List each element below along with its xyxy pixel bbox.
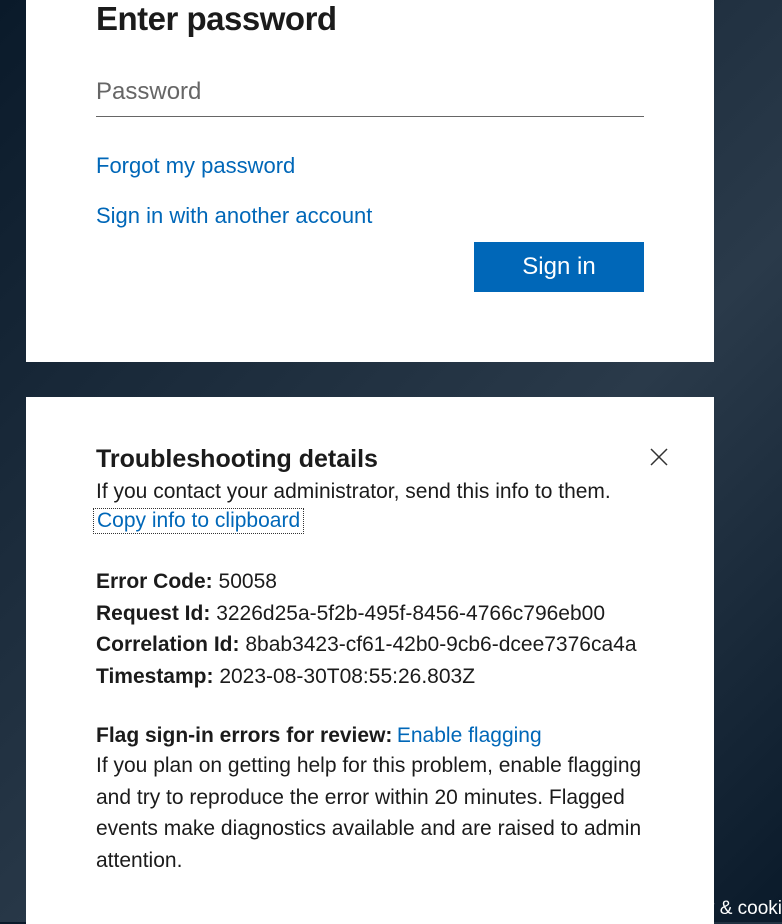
error-code-row: Error Code: 50058 xyxy=(96,566,644,598)
timestamp-row: Timestamp: 2023-08-30T08:55:26.803Z xyxy=(96,661,644,693)
flag-title: Flag sign-in errors for review: xyxy=(96,724,392,747)
correlation-id-value: 8bab3423-cf61-42b0-9cb6-dcee7376ca4a xyxy=(245,633,636,656)
signin-button[interactable]: Sign in xyxy=(474,242,644,292)
login-title: Enter password xyxy=(96,0,644,38)
detail-list: Error Code: 50058 Request Id: 3226d25a-5… xyxy=(96,566,644,692)
close-icon[interactable] xyxy=(649,447,669,467)
login-card: Enter password Forgot my password Sign i… xyxy=(26,0,714,362)
flag-section: Flag sign-in errors for review: Enable f… xyxy=(96,724,644,876)
correlation-id-label: Correlation Id: xyxy=(96,633,240,656)
details-title: Troubleshooting details xyxy=(96,445,644,474)
troubleshooting-card: Troubleshooting details If you contact y… xyxy=(26,397,714,924)
error-code-value: 50058 xyxy=(219,570,277,593)
another-account-link[interactable]: Sign in with another account xyxy=(96,203,372,229)
copy-clipboard-link[interactable]: Copy info to clipboard xyxy=(93,508,304,534)
request-id-row: Request Id: 3226d25a-5f2b-495f-8456-4766… xyxy=(96,598,644,630)
footer: Terms of use Privacy & cooki xyxy=(515,898,782,920)
timestamp-value: 2023-08-30T08:55:26.803Z xyxy=(219,665,475,688)
request-id-label: Request Id: xyxy=(96,602,210,625)
privacy-link[interactable]: Privacy & cooki xyxy=(652,898,782,920)
details-subtitle: If you contact your administrator, send … xyxy=(96,480,644,504)
correlation-id-row: Correlation Id: 8bab3423-cf61-42b0-9cb6-… xyxy=(96,629,644,661)
timestamp-label: Timestamp: xyxy=(96,665,213,688)
forgot-password-link[interactable]: Forgot my password xyxy=(96,153,295,179)
terms-link[interactable]: Terms of use xyxy=(515,898,624,920)
password-input[interactable] xyxy=(96,74,644,117)
flag-description: If you plan on getting help for this pro… xyxy=(96,750,644,876)
enable-flagging-link[interactable]: Enable flagging xyxy=(397,724,542,747)
request-id-value: 3226d25a-5f2b-495f-8456-4766c796eb00 xyxy=(216,602,605,625)
error-code-label: Error Code: xyxy=(96,570,213,593)
